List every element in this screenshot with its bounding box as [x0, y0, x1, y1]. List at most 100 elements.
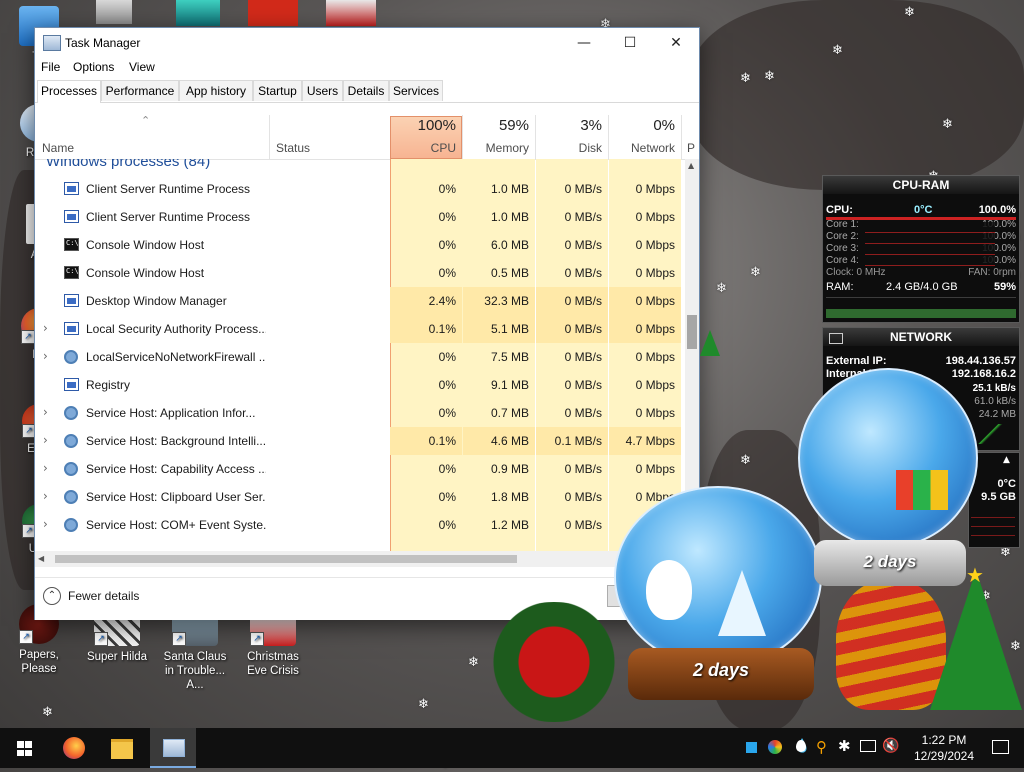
process-row[interactable]: › Service Host: Background Intelli... 0.1%…: [35, 427, 685, 455]
snowflake-icon: ❄: [904, 5, 915, 20]
column-header-cpu[interactable]: CPU: [390, 141, 456, 155]
expand-chevron-icon[interactable]: ›: [43, 405, 48, 419]
process-row[interactable]: Console Window Host 0% 6.0 MB 0 MB/s 0 Mbps: [35, 231, 685, 259]
network-percent[interactable]: 0%: [609, 117, 675, 134]
process-row[interactable]: › Service Host: Capability Access ... 0% 0.…: [35, 455, 685, 483]
tab-app-history[interactable]: App history: [179, 80, 253, 101]
tab-users[interactable]: Users: [302, 80, 343, 101]
maximize-button[interactable]: ☐: [607, 28, 653, 58]
network-graph: [973, 424, 1015, 444]
window-icon: [64, 210, 79, 223]
cpu-value: 0.1%: [428, 322, 456, 336]
title-bar[interactable]: Task Manager — ☐ ✕: [35, 28, 699, 58]
taskbar-firefox[interactable]: [50, 728, 98, 768]
gadget-title: CPU-RAM: [823, 176, 1019, 194]
process-row[interactable]: › Local Security Authority Process... 0.1%…: [35, 315, 685, 343]
process-row[interactable]: › Service Host: Clipboard User Ser... 0% 1.…: [35, 483, 685, 511]
start-button[interactable]: [0, 728, 48, 768]
snowflake-icon: ❄: [764, 69, 775, 84]
menu-file[interactable]: File: [41, 60, 60, 74]
expand-chevron-icon[interactable]: ›: [43, 489, 48, 503]
process-row[interactable]: Desktop Window Manager 2.4% 32.3 MB 0 MB/s 0…: [35, 287, 685, 315]
cpu-percent[interactable]: 100%: [390, 117, 456, 134]
disk-value: 0 MB/s: [564, 490, 602, 504]
snow-globe-base: 2 days: [628, 648, 814, 700]
disk-value: 0 MB/s: [564, 210, 602, 224]
external-ip-row: External IP: 198.44.136.57: [826, 355, 1016, 367]
tab-services[interactable]: Services: [389, 80, 443, 101]
process-row[interactable]: Client Server Runtime Process 0% 1.0 MB 0 M…: [35, 203, 685, 231]
minimize-button[interactable]: —: [561, 28, 607, 58]
tab-performance[interactable]: Performance: [101, 80, 179, 101]
desktop-icon-partial[interactable]: [326, 0, 376, 26]
shortcut-arrow-icon: ↗: [172, 632, 186, 646]
process-row[interactable]: Registry 0% 9.1 MB 0 MB/s 0 Mbps: [35, 371, 685, 399]
desktop-icon-christmas-eve-crisis[interactable]: ↗ Christmas Eve Crisis: [236, 616, 310, 678]
notification-icon[interactable]: [992, 740, 1009, 754]
expand-chevron-icon[interactable]: ›: [43, 461, 48, 475]
cpu-row: CPU: 0°C 100.0%: [826, 204, 1016, 216]
fewer-details-link[interactable]: Fewer details: [68, 589, 139, 603]
column-header-memory[interactable]: Memory: [463, 141, 529, 155]
network-value: 0 Mbps: [635, 350, 675, 364]
tab-details[interactable]: Details: [343, 80, 389, 101]
process-name: Registry: [86, 378, 131, 392]
clock-row: Clock: 0 MHz FAN: 0rpm: [826, 267, 1016, 278]
color-dots-icon[interactable]: [768, 740, 782, 754]
group-title-windows-processes[interactable]: Windows processes (84): [46, 159, 210, 170]
clock-value: Clock: 0 MHz: [826, 267, 886, 278]
column-header-disk[interactable]: Disk: [536, 141, 602, 155]
taskbar: 💧 ⚲ ✱ 🔇 1:22 PM 12/29/2024: [0, 728, 1024, 768]
memory-value: 5.1 MB: [490, 322, 529, 336]
scroll-thumb[interactable]: [55, 555, 517, 563]
taskbar-task-manager[interactable]: [150, 728, 196, 768]
scroll-thumb[interactable]: [687, 315, 697, 349]
taskbar-file-explorer[interactable]: [98, 728, 146, 768]
process-name: Service Host: COM+ Event Syste...: [86, 518, 266, 532]
disk-percent[interactable]: 3%: [536, 117, 602, 134]
horizontal-scrollbar[interactable]: ◀: [35, 551, 685, 567]
expand-chevron-icon[interactable]: ›: [43, 433, 48, 447]
process-name: Service Host: Application Infor...: [86, 406, 256, 420]
process-row[interactable]: › Service Host: Application Infor... 0% 0.7…: [35, 399, 685, 427]
expand-chevron-icon[interactable]: ›: [43, 517, 48, 531]
menu-view[interactable]: View: [129, 60, 155, 74]
expand-chevron-icon[interactable]: ›: [43, 321, 48, 335]
memory-value: 1.8 MB: [490, 490, 529, 504]
column-header-network[interactable]: Network: [609, 141, 675, 155]
core-label: Core 2:: [826, 231, 859, 242]
process-row[interactable]: › Service Host: COM+ Event Syste... 0% 1.2 …: [35, 511, 685, 539]
clock[interactable]: 1:22 PM 12/29/2024: [908, 732, 980, 764]
desktop-icon-partial[interactable]: [248, 0, 298, 26]
scroll-up-icon[interactable]: ▲: [688, 161, 694, 170]
network-icon[interactable]: [860, 740, 876, 752]
chevron-up-icon[interactable]: ⌃: [43, 587, 61, 605]
blue-square-icon[interactable]: [746, 742, 757, 753]
collapse-icon[interactable]: ▲: [1003, 455, 1010, 465]
desktop-icon-partial[interactable]: [176, 0, 220, 26]
santa-claus-icon: ↗: [172, 616, 218, 646]
close-button[interactable]: ✕: [653, 28, 699, 58]
task-manager-window[interactable]: Task Manager — ☐ ✕ File Options View Pro…: [34, 27, 700, 620]
tab-startup[interactable]: Startup: [253, 80, 302, 101]
process-row[interactable]: Client Server Runtime Process 0% 1.0 MB 0 M…: [35, 175, 685, 203]
snowflake-icon[interactable]: ✱: [838, 737, 851, 755]
tab-processes[interactable]: Processes: [37, 80, 101, 103]
cpu-ram-gadget[interactable]: CPU-RAM CPU: 0°C 100.0% Core 1: 100.0% Co…: [822, 175, 1020, 323]
menu-options[interactable]: Options: [73, 60, 114, 74]
scroll-left-icon[interactable]: ◀: [38, 554, 44, 563]
drop-icon[interactable]: [796, 740, 806, 752]
menu-bar: File Options View: [35, 58, 699, 78]
process-row[interactable]: Console Window Host 0% 0.5 MB 0 MB/s 0 Mbps: [35, 259, 685, 287]
search-magnifier-icon[interactable]: ⚲: [816, 738, 827, 756]
expand-chevron-icon[interactable]: ›: [43, 349, 48, 363]
fan-value: FAN: 0rpm: [968, 267, 1016, 278]
desktop-icon-super-hilda[interactable]: ↗ Super Hilda: [80, 616, 154, 664]
ram-value: 2.4 GB/4.0 GB: [886, 281, 958, 293]
desktop-icon-partial[interactable]: [96, 0, 132, 24]
column-header-power-truncated[interactable]: P: [687, 141, 697, 155]
volume-muted-icon[interactable]: 🔇: [882, 738, 899, 754]
process-row[interactable]: › LocalServiceNoNetworkFirewall ... 0% 7.5 …: [35, 343, 685, 371]
desktop-icon-santa-claus-in-trouble[interactable]: ↗ Santa Claus in Trouble... A...: [158, 616, 232, 692]
memory-percent[interactable]: 59%: [463, 117, 529, 134]
